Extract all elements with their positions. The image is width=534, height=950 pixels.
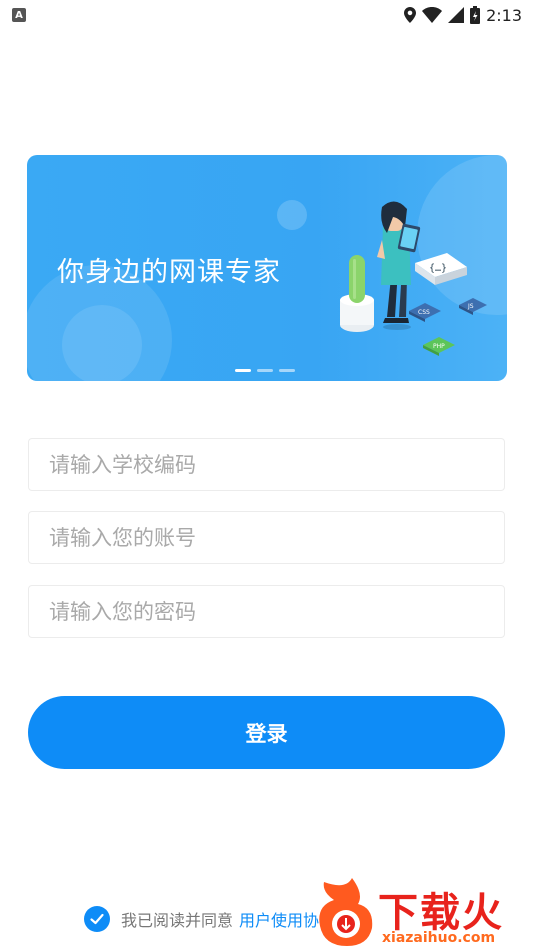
- site-watermark: 下载火 xiazaihuo.com: [316, 876, 534, 950]
- php-tag-label: PHP: [433, 343, 445, 350]
- decor-circle: [62, 305, 142, 381]
- agreement-checkbox[interactable]: [84, 906, 110, 932]
- carousel-dot[interactable]: [235, 369, 251, 372]
- decor-circle: [277, 200, 307, 230]
- online-course-illustration: {…} CSS JS PHP: [340, 201, 487, 356]
- carousel-indicator: [235, 369, 295, 372]
- carousel-dot[interactable]: [257, 369, 273, 372]
- wifi-icon: [422, 7, 443, 23]
- password-input[interactable]: [29, 586, 504, 637]
- login-button[interactable]: 登录: [28, 696, 505, 769]
- flame-logo-icon: [319, 878, 373, 946]
- clock: 2:13: [486, 5, 522, 25]
- notification-app-icon: A: [12, 8, 26, 22]
- signal-icon: [448, 7, 465, 23]
- svg-text:{…}: {…}: [429, 263, 447, 274]
- css-tag-label: CSS: [418, 309, 430, 316]
- carousel-dot[interactable]: [279, 369, 295, 372]
- check-icon: [90, 913, 104, 925]
- battery-icon: [470, 6, 481, 24]
- js-tag-label: JS: [467, 303, 474, 310]
- school-code-field[interactable]: [28, 438, 505, 491]
- agreement-row: 我已阅读并同意 用户使用协议: [84, 905, 335, 933]
- banner-title: 你身边的网课专家: [57, 257, 281, 288]
- watermark-url: xiazaihuo.com: [382, 930, 496, 946]
- location-icon: [404, 7, 417, 23]
- login-screen: A 2:13 你身边的网课专家 {…} CSS JS PHP 请输入学校编码 请…: [0, 0, 534, 950]
- banner-carousel[interactable]: 你身边的网课专家 {…} CSS JS PHP: [27, 155, 507, 381]
- account-input[interactable]: [29, 512, 504, 563]
- account-field[interactable]: [28, 511, 505, 564]
- status-bar: A 2:13: [0, 0, 534, 30]
- password-field[interactable]: [28, 585, 505, 638]
- school-code-input[interactable]: [29, 439, 504, 490]
- agreement-text: 我已阅读并同意: [121, 911, 234, 930]
